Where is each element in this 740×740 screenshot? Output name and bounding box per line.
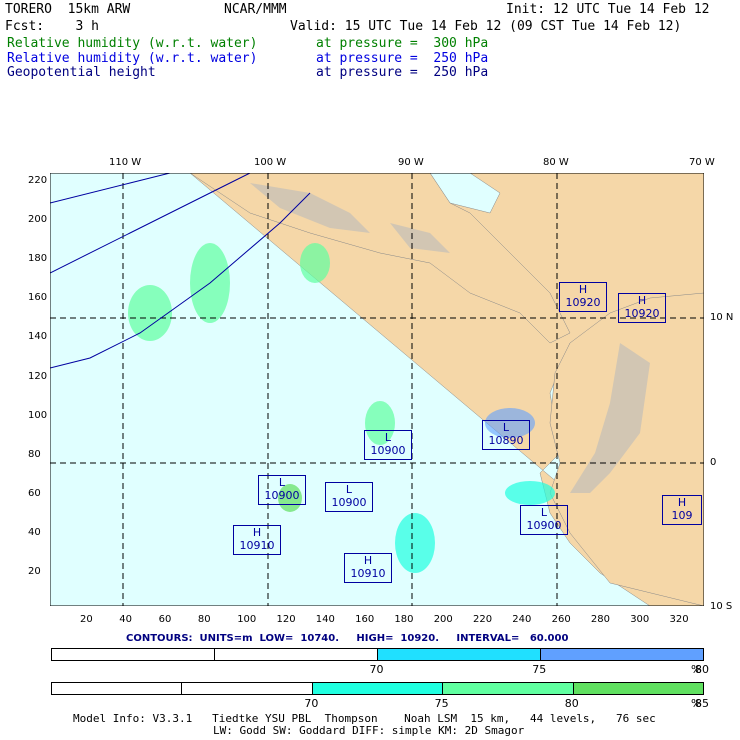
center-value: 10910 xyxy=(239,539,275,552)
weather-map xyxy=(50,173,704,606)
center-type: H xyxy=(252,526,262,539)
contour-info: CONTOURS: UNITS=m LOW= 10740. HIGH= 1092… xyxy=(126,633,569,644)
y-tick-label: 80 xyxy=(28,448,41,460)
legend-label: 70 xyxy=(369,663,384,676)
latitude-label: 10 N xyxy=(710,312,734,323)
center-value: 10920 xyxy=(565,296,601,309)
legend-swatch xyxy=(573,683,704,694)
field-3-level: at pressure = 250 hPa xyxy=(316,65,489,80)
y-tick-label: 100 xyxy=(28,409,48,421)
x-tick-label: 300 xyxy=(630,614,650,625)
pressure-center: H 109 xyxy=(662,495,702,525)
center-value: 109 xyxy=(671,509,693,522)
legend-label: 70 xyxy=(304,697,319,710)
pressure-center: H 10910 xyxy=(233,525,281,555)
pressure-center: L 10900 xyxy=(364,430,412,460)
legend-250hPa-bar xyxy=(51,648,704,661)
x-tick-label: 220 xyxy=(473,614,493,625)
longitude-label: 90 W xyxy=(398,157,424,168)
field-2-level: at pressure = 250 hPa xyxy=(316,51,489,66)
center-value: 10890 xyxy=(488,434,524,447)
x-tick-label: 240 xyxy=(512,614,532,625)
model-title: TORERO 15km ARW xyxy=(5,2,131,17)
valid-time: Valid: 15 UTC Tue 14 Feb 12 (09 CST Tue … xyxy=(290,19,682,34)
center-type: H xyxy=(578,283,588,296)
forecast-hour: Fcst: 3 h xyxy=(5,19,99,34)
x-tick-label: 120 xyxy=(276,614,296,625)
y-tick-label: 200 xyxy=(28,214,48,226)
center-type: L xyxy=(345,483,353,496)
center-type: H xyxy=(363,554,373,567)
center-type: L xyxy=(384,431,392,444)
center-value: 10910 xyxy=(350,567,386,580)
x-tick-label: 200 xyxy=(433,614,453,625)
center-type: L xyxy=(502,421,510,434)
center-type: L xyxy=(278,476,286,489)
longitude-label: 70 W xyxy=(689,157,715,168)
legend-label: 75 xyxy=(532,663,547,676)
pressure-center: H 10910 xyxy=(344,553,392,583)
y-tick-label: 60 xyxy=(28,487,41,499)
legend-swatch xyxy=(182,683,313,694)
center-value: 10900 xyxy=(370,444,406,457)
field-3-name: Geopotential height xyxy=(7,65,156,80)
legend-swatch xyxy=(52,649,215,660)
legend-label: 75 xyxy=(434,697,449,710)
init-time: Init: 12 UTC Tue 14 Feb 12 xyxy=(506,2,710,17)
longitude-label: 110 W xyxy=(109,157,142,168)
y-tick-label: 180 xyxy=(28,253,48,265)
x-tick-label: 20 xyxy=(80,614,93,625)
center-type: H xyxy=(637,294,647,307)
center-value: 10900 xyxy=(331,496,367,509)
longitude-label: 80 W xyxy=(543,157,569,168)
latitude-label: 10 S xyxy=(710,601,733,612)
center-value: 10900 xyxy=(526,519,562,532)
center-value: 10900 xyxy=(264,489,300,502)
pressure-center: L 10900 xyxy=(258,475,306,505)
center-value: 10920 xyxy=(624,307,660,320)
x-tick-label: 260 xyxy=(551,614,571,625)
legend-label: 80 xyxy=(564,697,579,710)
pressure-center: H 10920 xyxy=(559,282,607,312)
x-tick-label: 100 xyxy=(237,614,257,625)
y-tick-label: 140 xyxy=(28,331,48,343)
latitude-label: 0 xyxy=(710,457,717,468)
organization: NCAR/MMM xyxy=(224,2,287,17)
legend-swatch xyxy=(312,683,444,694)
y-tick-label: 120 xyxy=(28,370,48,382)
x-tick-label: 320 xyxy=(669,614,689,625)
legend-swatch xyxy=(378,649,541,660)
pressure-center: L 10890 xyxy=(482,420,530,450)
y-tick-label: 160 xyxy=(28,292,48,304)
field-1-level: at pressure = 300 hPa xyxy=(316,36,489,51)
y-tick-label: 20 xyxy=(28,566,41,577)
legend-swatch xyxy=(443,683,574,694)
y-tick-label: 40 xyxy=(28,526,41,538)
pressure-center: L 10900 xyxy=(325,482,373,512)
model-physics: LW: Godd SW: Goddard DIFF: simple KM: 2D… xyxy=(213,724,525,737)
x-tick-label: 60 xyxy=(158,614,172,625)
x-tick-label: 160 xyxy=(355,614,375,625)
longitude-label: 100 W xyxy=(254,157,287,168)
legend-swatch xyxy=(215,649,378,660)
legend-swatch xyxy=(541,649,703,660)
field-1-name: Relative humidity (w.r.t. water) xyxy=(7,36,258,51)
y-tick-label: 220 xyxy=(28,175,48,186)
x-tick-label: 140 xyxy=(315,614,335,625)
x-tick-label: 40 xyxy=(119,614,133,625)
center-type: L xyxy=(540,506,548,519)
x-tick-label: 80 xyxy=(197,614,211,625)
legend-label: % xyxy=(691,663,702,676)
x-tick-label: 280 xyxy=(590,614,610,625)
legend-label: % xyxy=(691,697,702,710)
x-tick-label: 180 xyxy=(394,614,414,625)
center-type: H xyxy=(677,496,687,509)
pressure-center: H 10920 xyxy=(618,293,666,323)
legend-300hPa-bar xyxy=(51,682,704,695)
legend-swatch xyxy=(52,683,183,694)
pressure-center: L 10900 xyxy=(520,505,568,535)
field-2-name: Relative humidity (w.r.t. water) xyxy=(7,51,258,66)
